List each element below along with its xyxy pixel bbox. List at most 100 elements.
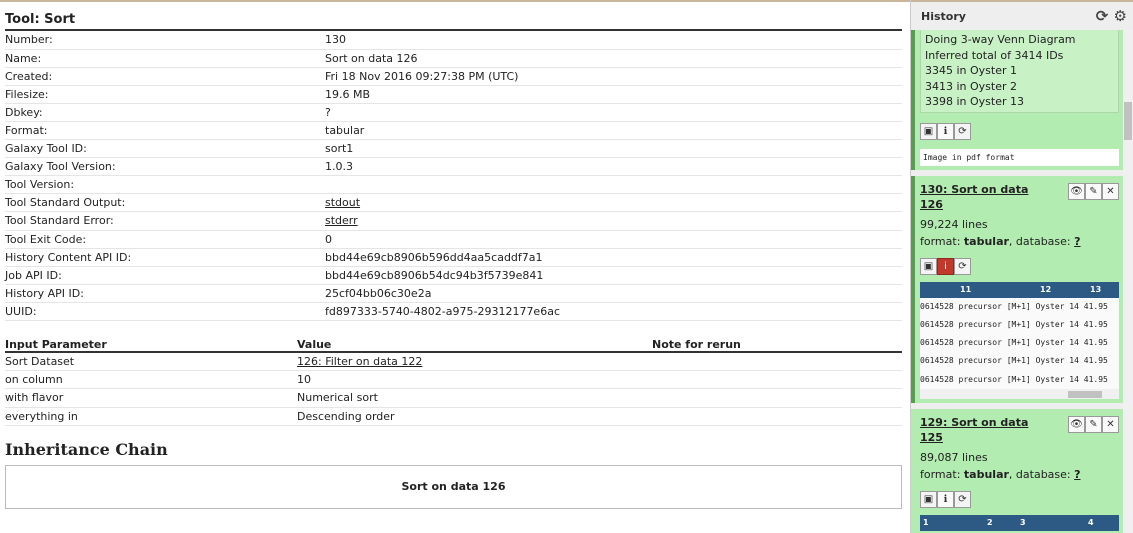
dataset-format-line: format: tabular, database: ?: [920, 467, 1081, 481]
pencil-icon[interactable]: ✎: [1085, 182, 1102, 200]
dataset-line-count: 99,224 lines: [920, 217, 988, 231]
table-row: Number: 130: [5, 31, 902, 50]
info-value: bbd44e69cb8906b54dc94b3f5739e841: [325, 266, 902, 285]
pencil-icon[interactable]: ✎: [1085, 415, 1102, 433]
history-scrollbar[interactable]: [1123, 30, 1133, 533]
param-note: [652, 370, 902, 390]
info-icon[interactable]: i: [937, 257, 954, 275]
peek-column-header: 3: [1020, 517, 1026, 527]
history-list: Doing 3-way Venn Diagram Inferred total …: [911, 30, 1124, 533]
info-key: Tool Standard Output:: [5, 193, 325, 213]
peek-line: 3345 in Oyster 1: [925, 64, 1018, 77]
column-header: Note for rerun: [652, 337, 902, 353]
peek-row: 0614528 precursor [M+1] Oyster 14 41.95: [920, 315, 1119, 335]
info-value: 1.0.3: [325, 157, 902, 177]
info-value: ?: [325, 103, 902, 122]
table-row: History Content API ID: bbd44e69cb8906b59…: [5, 248, 902, 267]
rerun-icon[interactable]: ⟳: [954, 490, 971, 508]
save-icon[interactable]: ▣: [920, 490, 937, 508]
peek-row: 0614528 precursor [M+1] Oyster 14 41.95: [920, 334, 1119, 353]
inheritance-chain-title: Inheritance Chain: [5, 440, 168, 460]
param-value: Numerical sort: [297, 388, 652, 408]
stderr-link[interactable]: stderr: [325, 214, 358, 227]
info-value: [325, 175, 902, 195]
table-row: Tool Version:: [5, 175, 902, 195]
info-value: fd897333-5740-4802-a975-29312177e6ac: [325, 302, 902, 322]
dataset-title-link[interactable]: 130: Sort on data 126: [920, 182, 1040, 212]
info-value: 130: [325, 31, 902, 50]
info-key: History API ID:: [5, 284, 325, 303]
dataset-peek: Doing 3-way Venn Diagram Inferred total …: [920, 30, 1119, 113]
peek-horizontal-scrollbar[interactable]: [920, 388, 1119, 399]
info-value: sort1: [325, 139, 902, 159]
info-key: Name:: [5, 49, 325, 68]
input-parameters-table: Input Parameter Value Note for rerun Sor…: [5, 337, 902, 427]
rerun-icon[interactable]: ⟳: [954, 257, 971, 275]
table-row: Name: Sort on data 126: [5, 49, 902, 68]
dataset-title-link[interactable]: 129: Sort on data 125: [920, 415, 1040, 445]
info-value: Fri 18 Nov 2016 09:27:38 PM (UTC): [325, 67, 902, 86]
database-link[interactable]: ?: [1074, 468, 1080, 481]
eye-icon[interactable]: 👁: [1068, 182, 1085, 200]
param-value: 10: [297, 370, 652, 390]
refresh-icon[interactable]: ⟳: [1096, 7, 1109, 25]
info-value: 0: [325, 230, 902, 249]
param-name: everything in: [5, 407, 297, 427]
info-key: Tool Exit Code:: [5, 230, 325, 249]
stdout-link[interactable]: stdout: [325, 196, 360, 209]
table-row: Galaxy Tool Version: 1.0.3: [5, 157, 902, 177]
gear-icon[interactable]: ⚙: [1114, 7, 1127, 25]
column-header: Value: [297, 337, 652, 353]
info-key: History Content API ID:: [5, 248, 325, 267]
info-key: UUID:: [5, 302, 325, 322]
table-row: Tool Standard Error: stderr: [5, 211, 902, 231]
peek-line: 3413 in Oyster 2: [925, 79, 1018, 93]
info-key: Job API ID:: [5, 266, 325, 285]
param-name: on column: [5, 370, 297, 390]
column-header: Input Parameter: [5, 337, 297, 353]
table-row: Created: Fri 18 Nov 2016 09:27:38 PM (UTC…: [5, 67, 902, 86]
info-icon[interactable]: ℹ: [937, 122, 954, 140]
table-row: Filesize: 19.6 MB: [5, 85, 902, 104]
save-icon[interactable]: ▣: [920, 122, 937, 140]
input-dataset-link[interactable]: 126: Filter on data 122: [297, 355, 422, 368]
param-note: [652, 388, 902, 408]
rerun-icon[interactable]: ⟳: [954, 122, 971, 140]
delete-icon[interactable]: ✕: [1102, 415, 1119, 433]
info-key: Format:: [5, 121, 325, 141]
peek-column-header: 11: [960, 284, 972, 294]
history-dataset-129: 129: Sort on data 125 👁 ✎ ✕ 89,087 lines f…: [911, 408, 1124, 533]
info-key: Dbkey:: [5, 103, 325, 122]
dataset-peek-table: 11 12 13 0614528 precursor [M+1] Oyster …: [920, 281, 1119, 399]
table-row: Format: tabular: [5, 121, 902, 141]
peek-line: 3398 in Oyster 13: [925, 95, 1025, 108]
table-row: UUID: fd897333-5740-4802-a975-29312177e6a…: [5, 302, 902, 322]
history-dataset-previous: Doing 3-way Venn Diagram Inferred total …: [911, 30, 1124, 170]
history-panel: History ⟳ ⚙ Doing 3-way Venn Diagram Inf…: [910, 0, 1133, 533]
dataset-line-count: 89,087 lines: [920, 450, 988, 464]
info-icon[interactable]: ℹ: [937, 490, 954, 508]
save-icon[interactable]: ▣: [920, 257, 937, 275]
inheritance-chain-item: Sort on data 126: [5, 465, 902, 510]
peek-column-header: 4: [1088, 517, 1094, 527]
peek-column-header: 2: [987, 517, 993, 527]
database-link[interactable]: ?: [1074, 235, 1080, 248]
dataset-details-panel: Tool: Sort Number: 130 Name: Sort on data …: [0, 0, 910, 533]
table-row: History API ID: 25cf04bb06c30e2a: [5, 284, 902, 303]
delete-icon[interactable]: ✕: [1102, 182, 1119, 200]
eye-icon[interactable]: 👁: [1068, 415, 1085, 433]
peek-column-header: 13: [1090, 284, 1102, 294]
table-row: Sort Dataset 126: Filter on data 122: [5, 352, 902, 371]
table-row: Tool Standard Output: stdout: [5, 193, 902, 213]
dataset-format-line: format: tabular, database: ?: [920, 234, 1081, 248]
info-value: bbd44e69cb8906b596dd4aa5caddf7a1: [325, 248, 902, 267]
table-row: Galaxy Tool ID: sort1: [5, 139, 902, 159]
info-value: Sort on data 126: [325, 49, 902, 68]
param-name: with flavor: [5, 388, 297, 408]
peek-line: Inferred total of 3414 IDs: [925, 48, 1064, 62]
table-row: Dbkey:?: [5, 103, 902, 122]
peek-line: Doing 3-way Venn Diagram: [925, 33, 1076, 46]
info-key: Galaxy Tool ID:: [5, 139, 325, 159]
info-key: Tool Standard Error:: [5, 211, 325, 231]
peek-row: 0614528 precursor [M+1] Oyster 14 41.95: [920, 297, 1119, 316]
